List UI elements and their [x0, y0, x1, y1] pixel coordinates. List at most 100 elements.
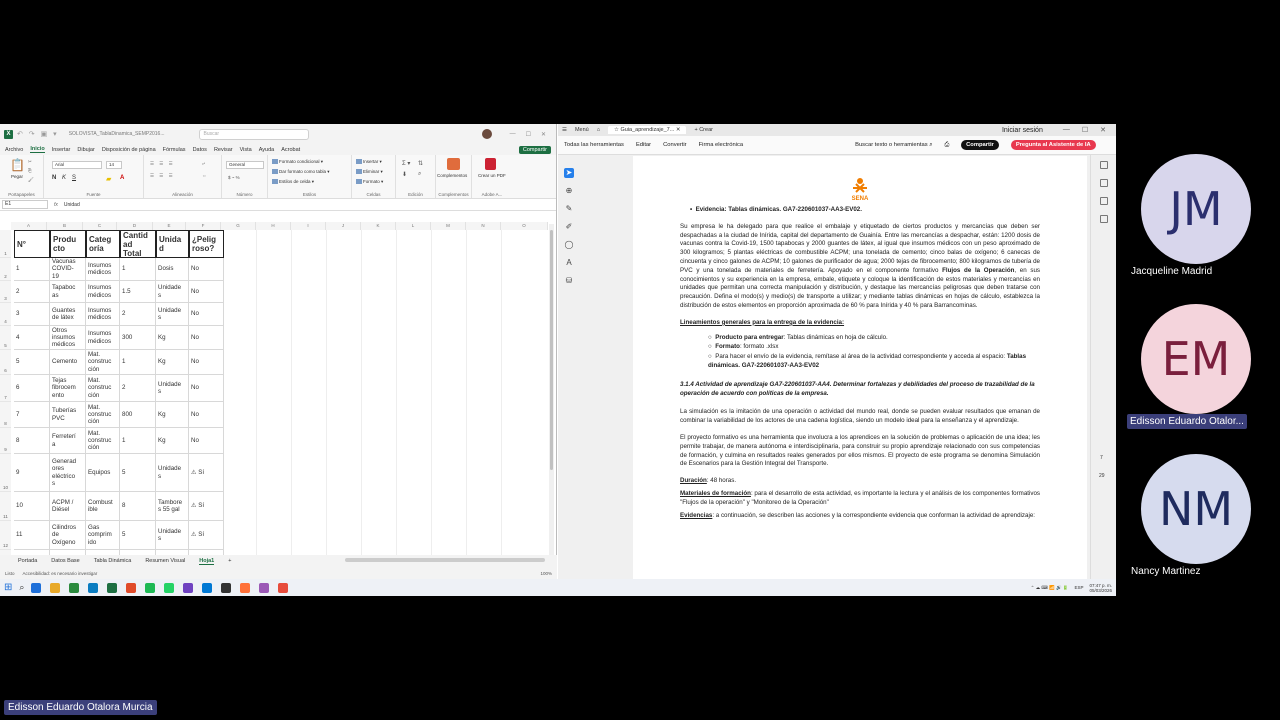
- table-cell[interactable]: 5: [120, 454, 156, 492]
- sheet-tab[interactable]: Hoja1: [199, 558, 215, 565]
- table-header-cell[interactable]: N°: [14, 230, 50, 258]
- merge-cells-icon[interactable]: ⇔: [202, 173, 207, 178]
- zoom-level[interactable]: 100%: [540, 571, 552, 576]
- menu-4[interactable]: Disposición de página: [102, 147, 156, 153]
- fill-color-icon[interactable]: ▰: [106, 175, 111, 183]
- font-name-select[interactable]: Arial: [52, 161, 102, 169]
- table-cell[interactable]: ⚠ Sí: [189, 454, 224, 492]
- maximize-icon[interactable]: ☐: [526, 131, 531, 138]
- column-header[interactable]: I: [291, 222, 326, 230]
- tray-icons[interactable]: ⌃ ☁ ⌨ 📶 🔊 🔋: [1031, 585, 1069, 591]
- name-box[interactable]: E1: [2, 200, 48, 209]
- paste-button[interactable]: Pegar: [11, 174, 23, 179]
- convert-tab[interactable]: Convertir: [663, 142, 687, 148]
- table-cell[interactable]: Ferreterí a: [50, 428, 86, 454]
- table-cell[interactable]: Kg: [156, 350, 189, 375]
- sheet-tab[interactable]: Tabla Dinámica: [94, 558, 132, 564]
- row-number[interactable]: 10: [0, 454, 11, 492]
- esign-tab[interactable]: Firma electrónica: [699, 142, 743, 148]
- text-icon[interactable]: A: [564, 258, 574, 268]
- table-cell[interactable]: No: [189, 326, 224, 350]
- taskbar-app-icon[interactable]: [145, 582, 156, 593]
- table-header-cell[interactable]: ¿Pelig roso?: [189, 230, 224, 258]
- table-cell[interactable]: 4: [14, 326, 50, 350]
- stamp-icon[interactable]: ⛁: [564, 276, 574, 286]
- table-cell[interactable]: Generad ores eléctrico s: [50, 454, 86, 492]
- avatar[interactable]: [481, 129, 492, 139]
- table-cell[interactable]: Cilindros de Oxígeno: [50, 521, 86, 550]
- table-cell[interactable]: 1: [120, 428, 156, 454]
- document-tab[interactable]: ☆ Guia_aprendizaje_7... ✕: [608, 126, 687, 134]
- menu-1[interactable]: Inicio: [30, 146, 45, 153]
- participant-tile[interactable]: NM: [1141, 454, 1251, 564]
- accessibility-status[interactable]: Accesibilidad: es necesario investigar: [23, 571, 98, 576]
- column-header[interactable]: H: [256, 222, 291, 230]
- currency-icon[interactable]: $ ~ %: [228, 175, 240, 180]
- search-icon[interactable]: ⌕: [19, 582, 24, 593]
- share-button[interactable]: Compartir: [961, 140, 999, 150]
- table-cell[interactable]: Tapaboc as: [50, 281, 86, 303]
- underline-button[interactable]: S: [72, 175, 76, 181]
- format-painter-icon[interactable]: 🖌: [28, 177, 34, 183]
- sheet-tab[interactable]: Resumen Visual: [145, 558, 185, 564]
- signin-button[interactable]: Iniciar sesión: [1002, 127, 1043, 134]
- table-header-cell[interactable]: Cantid ad Total: [120, 230, 156, 258]
- taskbar-app-icon[interactable]: [202, 582, 213, 593]
- table-cell[interactable]: Guantes de látex: [50, 303, 86, 326]
- create-pdf-button[interactable]: Crear un PDF: [478, 173, 506, 178]
- highlight-icon[interactable]: ✐: [564, 222, 574, 232]
- add-sheet-icon[interactable]: +: [228, 558, 231, 564]
- bold-button[interactable]: N: [52, 175, 56, 181]
- table-cell[interactable]: Insumos médicos: [86, 303, 120, 326]
- row-number[interactable]: 9: [0, 428, 11, 454]
- table-cell[interactable]: Cemento: [50, 350, 86, 375]
- copy-icon[interactable]: ⎘: [28, 168, 32, 173]
- table-cell[interactable]: 2: [120, 375, 156, 402]
- table-cell[interactable]: Unidade s: [156, 454, 189, 492]
- table-cell[interactable]: No: [189, 428, 224, 454]
- column-header[interactable]: C: [83, 222, 117, 230]
- table-cell[interactable]: Tuberías PVC: [50, 402, 86, 428]
- taskbar-app-icon[interactable]: [50, 582, 61, 593]
- table-cell[interactable]: 300: [120, 326, 156, 350]
- column-header[interactable]: G: [221, 222, 256, 230]
- taskbar-app-icon[interactable]: [126, 582, 137, 593]
- sort-icon[interactable]: ⇅: [418, 160, 423, 167]
- column-header[interactable]: B: [47, 222, 83, 230]
- cell-styles-button[interactable]: Estilos de celda ▾: [272, 179, 314, 185]
- font-size-select[interactable]: 14: [106, 161, 122, 169]
- table-cell[interactable]: 8: [120, 492, 156, 521]
- select-cursor-icon[interactable]: ➤: [564, 168, 574, 178]
- minimize-icon[interactable]: —: [1063, 126, 1070, 134]
- pen-icon[interactable]: ✎: [564, 204, 574, 214]
- table-cell[interactable]: Equipos: [86, 454, 120, 492]
- maximize-icon[interactable]: ☐: [1082, 126, 1088, 134]
- sheet-tab[interactable]: Datos Base: [51, 558, 79, 564]
- table-cell[interactable]: Kg: [156, 428, 189, 454]
- italic-button[interactable]: K: [62, 175, 66, 181]
- table-cell[interactable]: 3: [14, 303, 50, 326]
- table-cell[interactable]: 5: [120, 521, 156, 550]
- font-color-icon[interactable]: A: [120, 175, 124, 181]
- row-number[interactable]: 7: [0, 375, 11, 402]
- pages-icon[interactable]: [1099, 197, 1108, 205]
- row-number[interactable]: 11: [0, 492, 11, 521]
- insert-cells-button[interactable]: Insertar ▾: [356, 159, 382, 165]
- table-cell[interactable]: No: [189, 375, 224, 402]
- close-icon[interactable]: ✕: [1100, 126, 1106, 134]
- column-header[interactable]: O: [501, 222, 548, 230]
- table-cell[interactable]: Combust ible: [86, 492, 120, 521]
- ai-assistant-button[interactable]: Pregunta al Asistente de IA: [1010, 140, 1096, 150]
- taskbar-app-icon[interactable]: [69, 582, 80, 593]
- table-cell[interactable]: No: [189, 303, 224, 326]
- menu-8[interactable]: Vista: [240, 147, 252, 153]
- menu-5[interactable]: Fórmulas: [163, 147, 186, 153]
- table-cell[interactable]: Mat. construc ción: [86, 402, 120, 428]
- table-cell[interactable]: Mat. construc ción: [86, 375, 120, 402]
- table-cell[interactable]: 7: [14, 402, 50, 428]
- table-cell[interactable]: 5: [14, 350, 50, 375]
- sum-icon[interactable]: Σ ▾: [402, 160, 410, 167]
- table-cell[interactable]: No: [189, 402, 224, 428]
- taskbar-app-icon[interactable]: [31, 582, 42, 593]
- attach-icon[interactable]: [1099, 215, 1108, 223]
